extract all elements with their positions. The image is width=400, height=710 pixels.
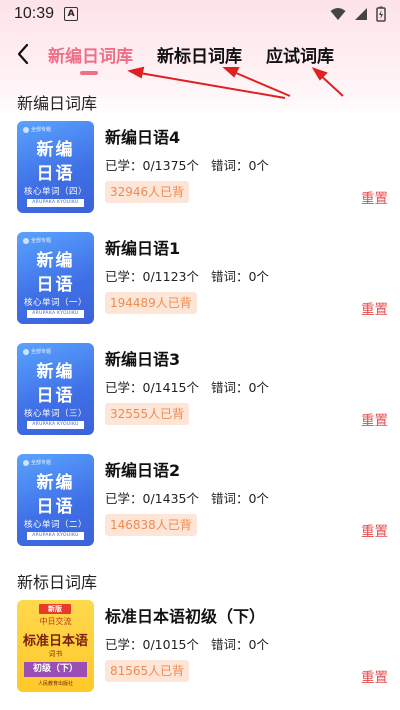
- cover-badge: 全部专题: [23, 348, 51, 355]
- book-cover: 全部专题 新编 日语 核心单词（四） ARUPAKA KYOUIKU: [17, 121, 94, 213]
- book-name: 新编日语1: [105, 239, 181, 258]
- learners-badge: 194489人已背: [105, 292, 197, 314]
- back-button[interactable]: [6, 37, 40, 71]
- cover-publisher: 人民教育出版社: [37, 681, 73, 687]
- learners-badge: 32555人已背: [105, 403, 190, 425]
- status-bar: 10:39 A: [0, 0, 400, 28]
- book-cover: 全部专题 新编 日语 核心单词（一） ARUPAKA KYOUIKU: [17, 232, 94, 324]
- cover-title-line1: 新编: [36, 140, 75, 160]
- book-stats: 已学：0/1123个 错词：0个: [105, 266, 277, 285]
- wrong-count: 错词：0个: [210, 491, 269, 506]
- cover-footer: ARUPAKA KYOUIKU: [27, 421, 84, 429]
- tab-xinbiaori[interactable]: 新标日词库: [157, 42, 242, 67]
- wrong-count: 错词：0个: [210, 158, 269, 173]
- book-item[interactable]: 全部专题 新编 日语 核心单词（一） ARUPAKA KYOUIKU 新编日语1…: [0, 232, 400, 332]
- book-cover: 新版 中日交流 标准日本语 词书 初级（下） 人民教育出版社: [17, 600, 94, 692]
- cover-title-line2: 日语: [36, 164, 75, 184]
- book-stats: 已学：0/1375个 错词：0个: [105, 155, 277, 174]
- book-item[interactable]: 全部专题 新编 日语 核心单词（二） ARUPAKA KYOUIKU 新编日语2…: [0, 454, 400, 554]
- cover-title-line2: 日语: [36, 275, 75, 295]
- cover-badge: 新版: [39, 604, 71, 614]
- book-stats: 已学：0/1415个 错词：0个: [105, 377, 277, 396]
- learned-count: 已学：0/1375个: [105, 158, 199, 173]
- active-tab-indicator: [80, 71, 98, 75]
- book-stats: 已学：0/1015个 错词：0个: [105, 634, 277, 653]
- reset-button[interactable]: 重置: [361, 520, 388, 540]
- cover-badge: 全部专题: [23, 126, 51, 133]
- tab-bar: 新编日词库 新标日词库 应试词库: [0, 34, 400, 74]
- tab-xinbian[interactable]: 新编日词库: [48, 42, 133, 67]
- tab-yingshi[interactable]: 应试词库: [266, 42, 334, 67]
- cover-title-line1: 新编: [36, 473, 75, 493]
- cover-footer: ARUPAKA KYOUIKU: [27, 310, 84, 318]
- cover-footer: ARUPAKA KYOUIKU: [27, 532, 84, 540]
- book-cover: 全部专题 新编 日语 核心单词（二） ARUPAKA KYOUIKU: [17, 454, 94, 546]
- cover-title-line2: 日语: [36, 497, 75, 517]
- book-name: 新编日语4: [105, 128, 181, 147]
- book-item[interactable]: 全部专题 新编 日语 核心单词（四） ARUPAKA KYOUIKU 新编日语4…: [0, 121, 400, 221]
- battery-icon: [376, 6, 386, 22]
- reset-button[interactable]: 重置: [361, 187, 388, 207]
- book-name: 新编日语3: [105, 350, 181, 369]
- section-title-xinbiaori: 新标日词库: [17, 573, 98, 592]
- learned-count: 已学：0/1015个: [105, 637, 199, 652]
- book-stats: 已学：0/1435个 错词：0个: [105, 488, 277, 507]
- reset-button[interactable]: 重置: [361, 666, 388, 686]
- cover-title-line1: 新编: [36, 362, 75, 382]
- book-cover: 全部专题 新编 日语 核心单词（三） ARUPAKA KYOUIKU: [17, 343, 94, 435]
- learned-count: 已学：0/1415个: [105, 380, 199, 395]
- wifi-icon: [330, 8, 346, 20]
- cover-title-line1: 新编: [36, 251, 75, 271]
- section-title-xinbian: 新编日词库: [17, 94, 98, 113]
- cover-subtitle: 核心单词（一）: [23, 298, 87, 308]
- wrong-count: 错词：0个: [210, 637, 269, 652]
- book-item[interactable]: 全部专题 新编 日语 核心单词（三） ARUPAKA KYOUIKU 新编日语3…: [0, 343, 400, 443]
- cover-line3: 词书: [48, 650, 63, 658]
- book-name: 新编日语2: [105, 461, 181, 480]
- wrong-count: 错词：0个: [210, 380, 269, 395]
- cover-line1: 中日交流: [39, 617, 72, 626]
- cover-footer: ARUPAKA KYOUIKU: [27, 199, 84, 207]
- cover-title-line2: 日语: [36, 386, 75, 406]
- learned-count: 已学：0/1123个: [105, 269, 199, 284]
- learners-badge: 146838人已背: [105, 514, 197, 536]
- cover-badge: 全部专题: [23, 237, 51, 244]
- wrong-count: 错词：0个: [210, 269, 269, 284]
- cover-subtitle: 核心单词（四）: [23, 187, 87, 197]
- learners-badge: 32946人已背: [105, 181, 190, 203]
- book-name: 标准日本语初级（下）: [105, 607, 266, 626]
- reset-button[interactable]: 重置: [361, 298, 388, 318]
- cover-subtitle: 核心单词（二）: [23, 520, 87, 530]
- book-item[interactable]: 新版 中日交流 标准日本语 词书 初级（下） 人民教育出版社 标准日本语初级（下…: [0, 600, 400, 700]
- notification-a-icon: A: [64, 7, 79, 21]
- learners-badge: 81565人已背: [105, 660, 190, 682]
- status-time: 10:39: [14, 5, 55, 22]
- status-icons: [330, 6, 386, 22]
- chevron-left-icon: [17, 43, 29, 65]
- signal-icon: [355, 8, 367, 20]
- cover-subtitle: 核心单词（三）: [23, 409, 87, 419]
- reset-button[interactable]: 重置: [361, 409, 388, 429]
- learned-count: 已学：0/1435个: [105, 491, 199, 506]
- cover-badge: 全部专题: [23, 459, 51, 466]
- cover-title: 标准日本语: [22, 634, 88, 649]
- cover-level: 初级（下）: [24, 662, 87, 677]
